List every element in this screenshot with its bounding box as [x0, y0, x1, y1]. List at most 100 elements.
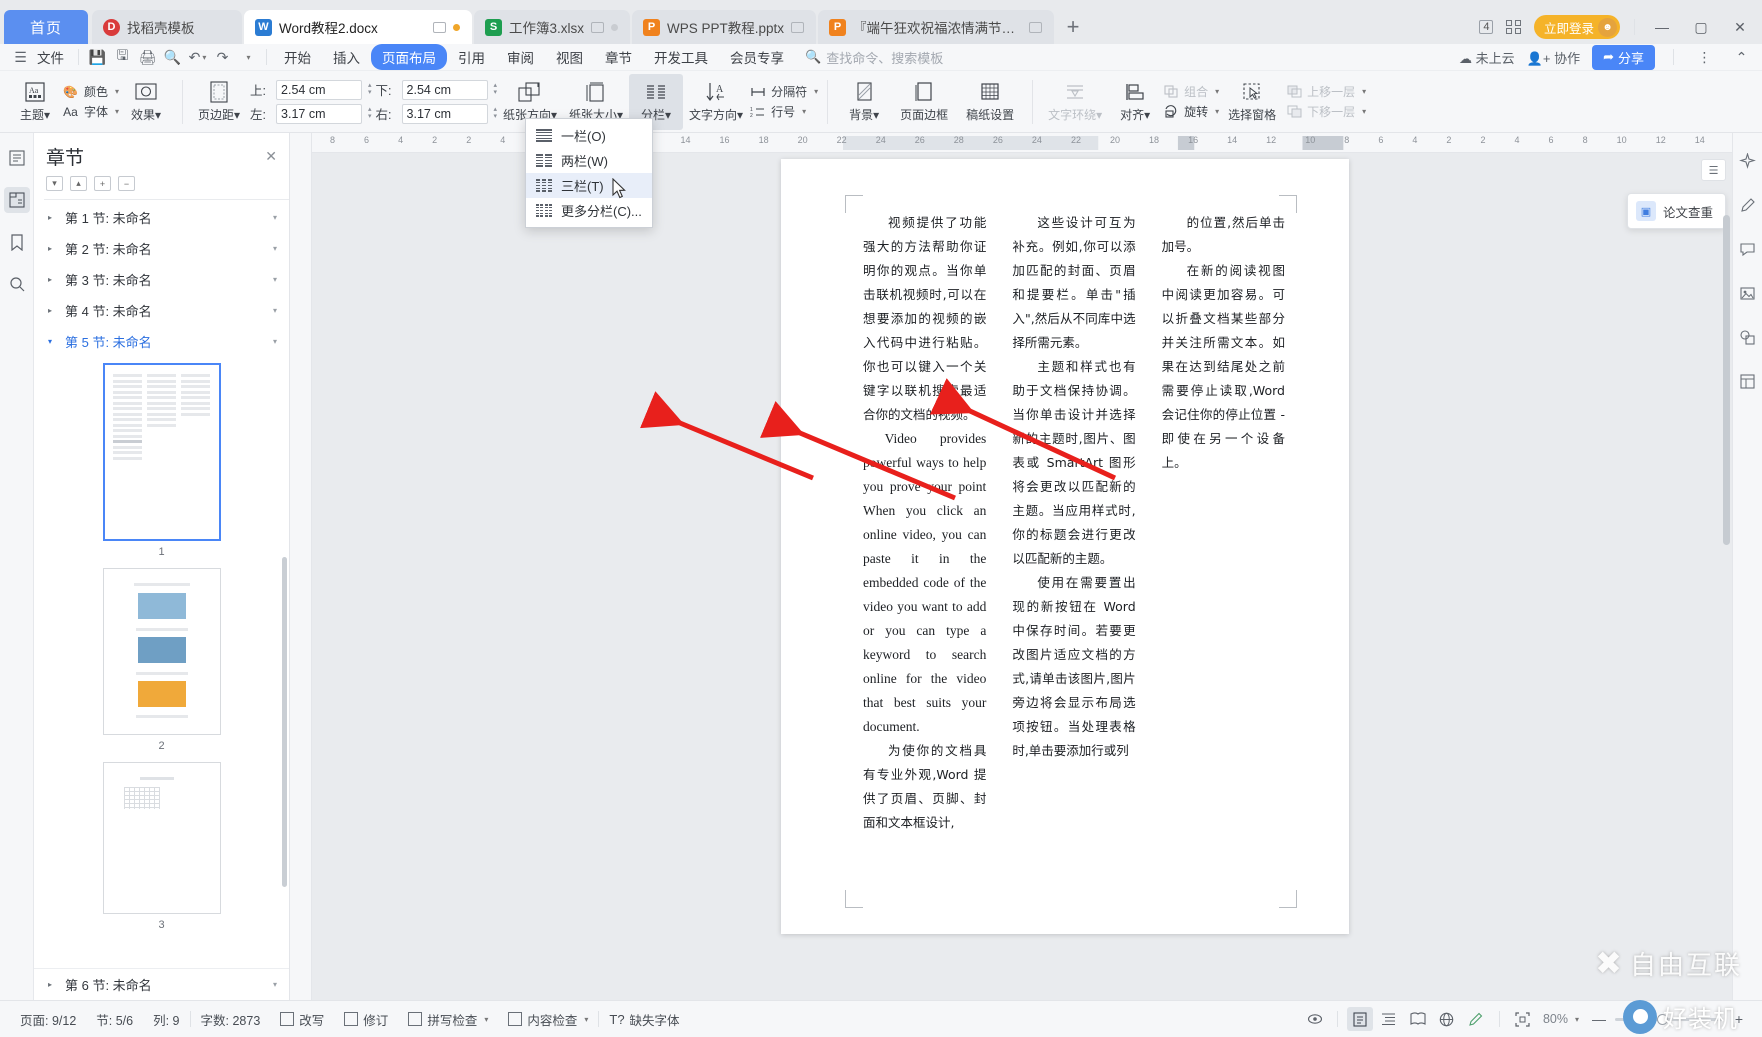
columns-menu-item-one[interactable]: 一栏(O) [526, 123, 652, 148]
menu-item-review[interactable]: 审阅 [496, 44, 545, 70]
grid-setup-button[interactable]: 稿纸设置 [957, 74, 1023, 130]
page-view-icon[interactable] [1346, 1007, 1373, 1031]
collapse-down-icon[interactable]: ▾ [46, 176, 63, 191]
document-scrollbar[interactable] [1722, 155, 1731, 998]
margin-right-input[interactable]: 3.17 cm [401, 103, 488, 124]
rotate-button[interactable]: 旋转 ▾ [1162, 103, 1219, 120]
thesis-check-card[interactable]: ▣ 论文查重 [1626, 193, 1726, 229]
hamburger-icon[interactable]: ☰ [8, 46, 33, 68]
save-as-icon[interactable]: 🖫 [110, 46, 135, 68]
status-section[interactable]: 节: 5/6 [86, 1010, 143, 1029]
undo-icon[interactable]: ↶ ▾ [185, 46, 210, 68]
menu-item-member[interactable]: 会员专享 [719, 44, 795, 70]
menu-item-references[interactable]: 引用 [447, 44, 496, 70]
margin-left-input[interactable]: 3.17 cm [276, 103, 363, 124]
outline-icon[interactable] [4, 145, 30, 171]
zoom-slider[interactable] [1615, 1013, 1723, 1025]
status-page[interactable]: 页面: 9/12 [10, 1010, 86, 1029]
web-view-icon[interactable] [1434, 1007, 1460, 1031]
tab-docer[interactable]: D 找稻壳模板 [92, 10, 242, 44]
outline-view-icon[interactable] [1376, 1007, 1402, 1031]
monitor-icon[interactable] [433, 21, 446, 33]
thumbnail-page-3[interactable] [102, 762, 221, 914]
margin-top-input[interactable]: 2.54 cm [276, 79, 363, 100]
document-page[interactable]: 视频提供了功能强大的方法帮助你证明你的观点。当你单击联机视频时,可以在想要添加的… [781, 159, 1349, 934]
background-button[interactable]: 背景▾ [837, 74, 891, 130]
line-number-button[interactable]: 12 行号 ▾ [749, 103, 818, 120]
theme-button[interactable]: Aa 主题▾ [8, 74, 62, 130]
status-column[interactable]: 列: 9 [143, 1010, 189, 1029]
tab-excel-document[interactable]: S 工作簿3.xlsx [474, 10, 631, 44]
tab-count-badge[interactable]: 4 [1479, 20, 1494, 34]
cloud-status[interactable]: ☁ 未上云 [1459, 48, 1515, 67]
status-missing-font[interactable]: T? 缺失字体 [599, 1010, 689, 1029]
status-content-check[interactable]: 内容检查 ▾ [498, 1010, 598, 1029]
menu-item-dev-tools[interactable]: 开发工具 [643, 44, 719, 70]
new-tab-button[interactable]: + [1056, 10, 1090, 44]
print-icon[interactable]: 🖨 [135, 46, 160, 68]
send-backward-button[interactable]: 下移一层 ▾ [1285, 103, 1366, 120]
bookmark-icon[interactable] [4, 229, 30, 255]
minimize-button[interactable]: — [1649, 16, 1675, 38]
image-icon[interactable] [1736, 281, 1760, 305]
theme-effect-button[interactable]: 效果▾ [119, 74, 173, 130]
sidebar-item-section-2[interactable]: ▸ 第 2 节: 未命名 ▾ [34, 233, 289, 264]
comment-icon[interactable] [1736, 237, 1760, 261]
focus-icon[interactable] [1302, 1007, 1328, 1031]
text-wrap-button[interactable]: 文字环绕▾ [1042, 74, 1108, 130]
close-icon[interactable]: ✕ [265, 148, 277, 165]
page-thumbnails[interactable]: 1 2 3 [34, 357, 289, 968]
sidebar-item-section-4[interactable]: ▸ 第 4 节: 未命名 ▾ [34, 295, 289, 326]
collapse-ribbon-icon[interactable]: ⌃ [1729, 46, 1754, 68]
vertical-ruler[interactable] [290, 133, 312, 1000]
chevron-down-icon[interactable]: ▾ [273, 244, 277, 253]
menu-item-chapters[interactable]: 章节 [594, 44, 643, 70]
reading-view-icon[interactable] [1405, 1007, 1431, 1031]
theme-color-button[interactable]: 🎨 颜色 ▾ [62, 83, 119, 100]
separator-button[interactable]: 分隔符 ▾ [749, 83, 818, 100]
columns-menu-item-more[interactable]: 更多分栏(C)... [526, 198, 652, 223]
menu-item-start[interactable]: 开始 [273, 44, 322, 70]
pen-icon[interactable] [1736, 193, 1760, 217]
chapters-icon[interactable] [3, 187, 30, 213]
chevron-down-icon[interactable]: ▾ [273, 306, 277, 315]
menu-item-page-layout[interactable]: 页面布局 [371, 44, 447, 70]
login-button[interactable]: 立即登录 ☻ [1533, 15, 1620, 39]
tab-ppt-festival[interactable]: P 『端午狂欢祝福浓情满节日』 [818, 10, 1055, 44]
page-border-button[interactable]: 页面边框 [891, 74, 957, 130]
status-overwrite[interactable]: 改写 [270, 1010, 334, 1029]
tab-grid-view-icon[interactable] [1506, 19, 1521, 35]
file-menu-button[interactable]: 文件 [33, 47, 72, 67]
save-icon[interactable]: 💾 [85, 46, 110, 68]
text-column-2[interactable]: 这些设计可互为补充。例如,你可以添加匹配的封面、页眉和提要栏。单击"插入",然后… [1012, 211, 1135, 886]
expand-all-icon[interactable]: + [94, 176, 111, 191]
zoom-level[interactable]: 80% ▾ [1539, 1012, 1583, 1026]
align-button[interactable]: 对齐▾ [1108, 74, 1162, 130]
command-search[interactable]: 🔍 查找命令、搜索模板 [805, 48, 943, 67]
status-word-count[interactable]: 字数: 2873 [191, 1010, 271, 1029]
tab-ppt-document[interactable]: P WPS PPT教程.pptx [632, 10, 817, 44]
maximize-button[interactable]: ▢ [1688, 16, 1714, 38]
chevron-down-icon[interactable]: ▾ [273, 275, 277, 284]
margin-bottom-input[interactable]: 2.54 cm [401, 79, 488, 100]
print-preview-icon[interactable]: 🔍 [160, 46, 185, 68]
more-options-icon[interactable]: ⋮ [1692, 46, 1717, 68]
thumbnail-page-2[interactable] [102, 568, 221, 735]
tab-home[interactable]: 首页 [4, 10, 88, 44]
theme-font-button[interactable]: Aa 字体 ▾ [62, 103, 119, 120]
redo-icon[interactable]: ↷ [210, 46, 235, 68]
monitor-icon[interactable] [791, 21, 805, 33]
fit-page-icon[interactable] [1510, 1007, 1536, 1031]
text-direction-button[interactable]: A 文字方向▾ [683, 74, 749, 130]
status-revision[interactable]: 修订 [334, 1010, 398, 1029]
collapse-up-icon[interactable]: ▴ [70, 176, 87, 191]
page-text-body[interactable]: 视频提供了功能强大的方法帮助你证明你的观点。当你单击联机视频时,可以在想要添加的… [863, 211, 1285, 886]
nav-pane-scrollbar[interactable] [282, 557, 287, 887]
sidebar-item-section-1[interactable]: ▸ 第 1 节: 未命名 ▾ [34, 202, 289, 233]
collaborate-button[interactable]: 👤+ 协作 [1527, 48, 1580, 67]
edit-icon[interactable] [1463, 1007, 1489, 1031]
chevron-down-icon[interactable]: ▾ [273, 213, 277, 222]
zoom-in-button[interactable]: + [1726, 1007, 1752, 1031]
thumbnail-page-1[interactable] [102, 363, 221, 541]
sidebar-item-section-5[interactable]: ▾ 第 5 节: 未命名 ▾ [34, 326, 289, 357]
